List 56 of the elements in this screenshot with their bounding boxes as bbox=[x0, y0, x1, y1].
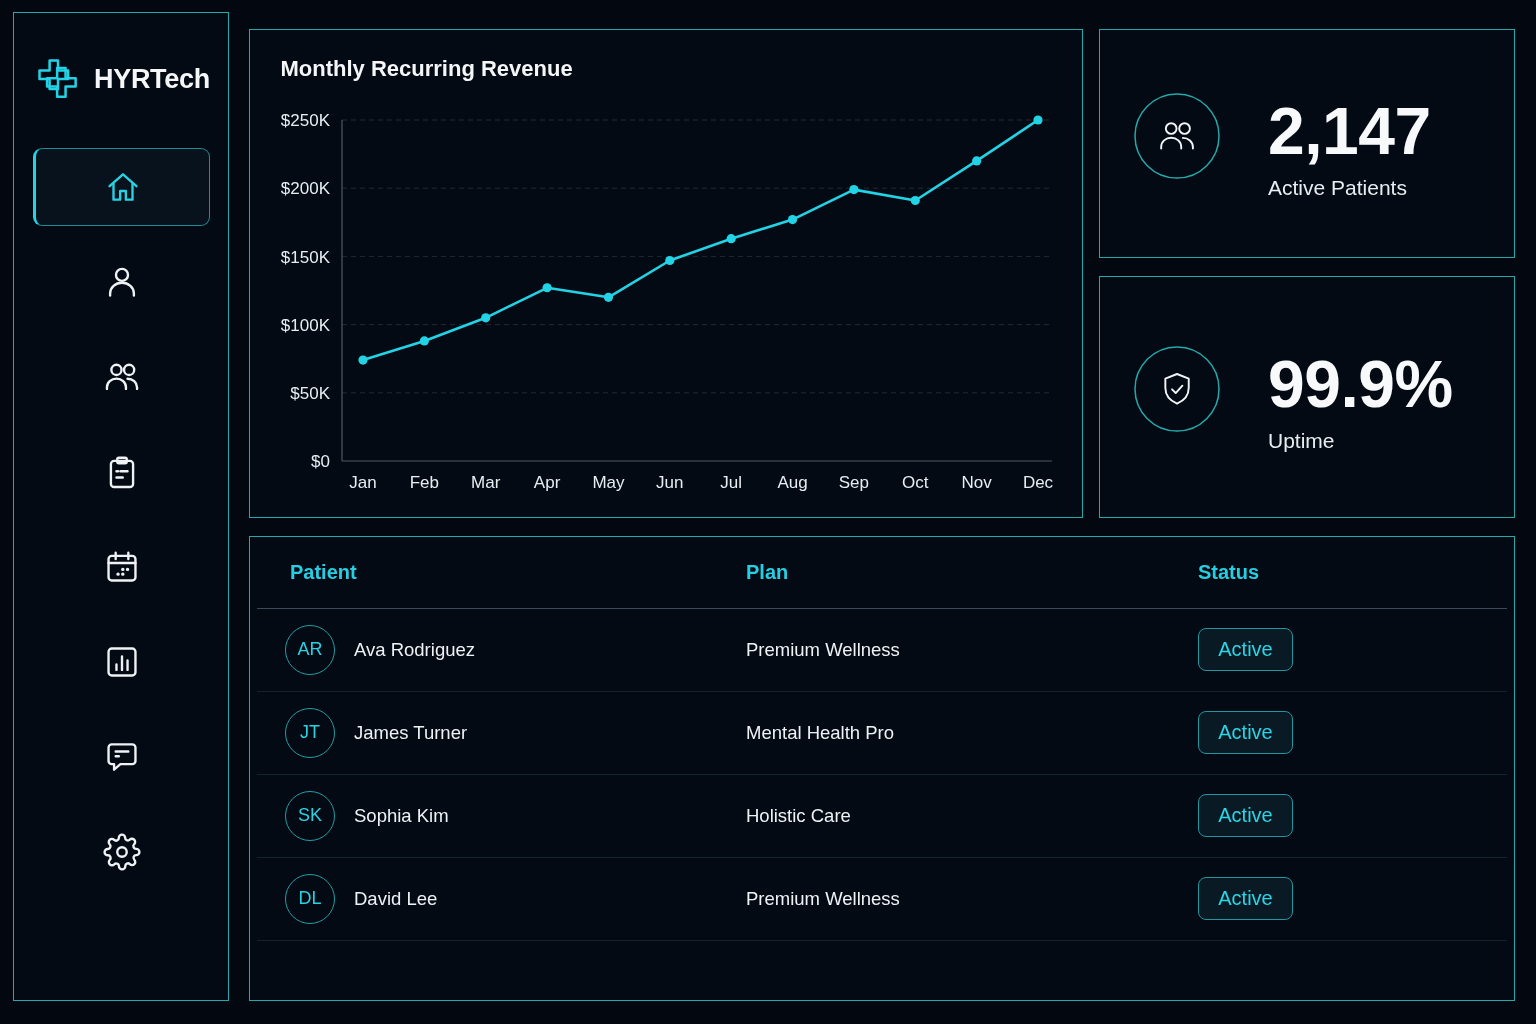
x-axis-label: Nov bbox=[961, 473, 992, 492]
data-point bbox=[971, 156, 981, 166]
x-axis-label: Aug bbox=[776, 473, 808, 492]
stat-value: 2,147 bbox=[1268, 94, 1431, 167]
y-axis-label: $50K bbox=[289, 383, 330, 403]
y-axis-label: $200K bbox=[280, 179, 330, 199]
y-axis-label: $0 bbox=[310, 452, 330, 472]
status-badge: Active bbox=[1198, 711, 1293, 754]
patient-name: Sophia Kim bbox=[354, 804, 449, 827]
status-badge: Active bbox=[1198, 794, 1293, 837]
x-axis-label: Oct bbox=[901, 473, 928, 492]
y-axis-label: $100K bbox=[280, 315, 330, 335]
x-axis-label: May bbox=[591, 473, 624, 492]
data-point bbox=[848, 184, 858, 195]
shield-check-icon bbox=[1134, 346, 1220, 432]
patient-name: James Turner bbox=[354, 721, 468, 744]
x-axis-label: Dec bbox=[1022, 473, 1053, 492]
x-axis-label: Jun bbox=[655, 473, 684, 492]
data-point bbox=[1032, 115, 1043, 125]
x-axis-label: Jan bbox=[348, 473, 377, 492]
data-point bbox=[603, 292, 613, 302]
data-point bbox=[419, 336, 429, 346]
column-header: Patient bbox=[290, 560, 357, 584]
people-icon bbox=[1134, 92, 1220, 179]
x-axis-label: Jul bbox=[719, 473, 742, 492]
settings-icon bbox=[102, 833, 141, 871]
patient-name: David Lee bbox=[354, 887, 438, 910]
x-axis-label: Apr bbox=[533, 473, 560, 492]
plan-name: Holistic Care bbox=[746, 804, 851, 827]
column-header: Status bbox=[1198, 560, 1260, 584]
patient-name: Ava Rodriguez bbox=[354, 638, 475, 661]
x-axis-label: Mar bbox=[470, 473, 500, 492]
x-axis-label: Feb bbox=[409, 473, 439, 492]
status-badge: Active bbox=[1198, 628, 1293, 671]
nav-button[interactable] bbox=[33, 148, 210, 226]
data-point bbox=[726, 234, 736, 244]
data-point bbox=[910, 195, 920, 206]
data-point bbox=[357, 355, 368, 365]
x-axis-label: Sep bbox=[838, 473, 869, 492]
stat-label: Active Patients bbox=[1268, 174, 1407, 201]
data-point bbox=[542, 283, 552, 293]
data-point bbox=[480, 313, 490, 323]
cross-logo-icon bbox=[37, 58, 79, 100]
chart-title: Monthly Recurring Revenue bbox=[280, 56, 573, 82]
plan-name: Premium Wellness bbox=[746, 887, 900, 910]
data-point bbox=[664, 255, 674, 266]
stat-label: Uptime bbox=[1268, 428, 1335, 454]
y-axis-label: $150K bbox=[280, 247, 330, 267]
data-point bbox=[787, 214, 797, 225]
brand-name: HYRTech bbox=[94, 63, 210, 95]
stat-value: 99.9% bbox=[1268, 348, 1453, 420]
plan-name: Mental Health Pro bbox=[746, 721, 895, 744]
status-badge: Active bbox=[1198, 877, 1293, 920]
y-axis-label: $250K bbox=[280, 111, 330, 131]
column-header: Plan bbox=[746, 560, 789, 584]
plan-name: Premium Wellness bbox=[746, 638, 900, 661]
